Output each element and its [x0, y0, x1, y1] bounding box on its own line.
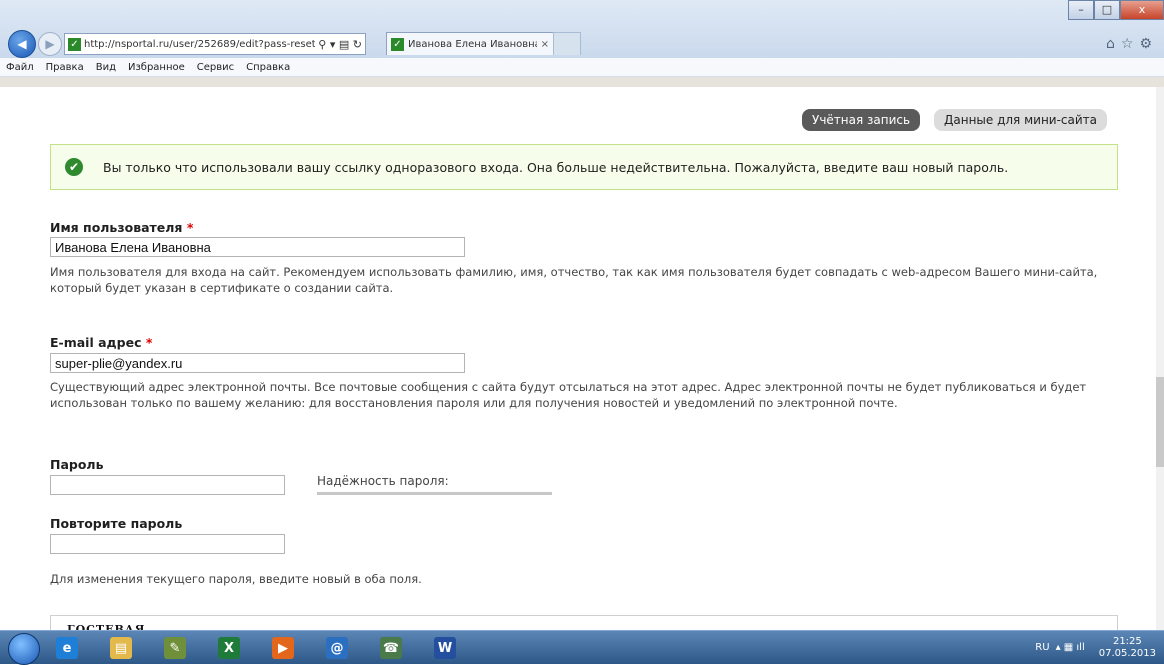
browser-tab[interactable]: ✓ Иванова Елена Ивановна |... ×: [386, 32, 554, 55]
excel-icon: X: [218, 637, 240, 659]
taskbar-app-phone[interactable]: ☎: [374, 634, 408, 662]
clock-date: 07.05.2013: [1098, 647, 1156, 659]
explorer-icon: ▤: [110, 637, 132, 659]
username-description: Имя пользователя для входа на сайт. Реко…: [50, 265, 1098, 295]
confirm-password-field[interactable]: [50, 534, 285, 554]
forward-button[interactable]: ▶: [38, 32, 62, 56]
tab-favicon-icon: ✓: [391, 37, 404, 51]
start-button[interactable]: [8, 633, 40, 665]
language-indicator[interactable]: RU: [1035, 642, 1049, 653]
vertical-scrollbar[interactable]: [1156, 87, 1164, 630]
menu-item[interactable]: Справка: [240, 62, 296, 73]
menu-item[interactable]: Избранное: [122, 62, 191, 73]
system-tray: RU ▴ ▦ ıll 21:25 07.05.2013: [1035, 631, 1164, 664]
clock[interactable]: 21:25 07.05.2013: [1091, 636, 1164, 660]
tab-account[interactable]: Учётная запись: [802, 109, 921, 131]
back-arrow-icon: ◀: [17, 37, 27, 51]
clock-time: 21:25: [1112, 635, 1142, 647]
menu-item[interactable]: Файл: [0, 62, 40, 73]
username-label-text: Имя пользователя: [50, 220, 183, 235]
orange-icon: ▶: [272, 637, 294, 659]
dropdown-icon[interactable]: ▾: [330, 38, 336, 51]
taskbar: e ▤ ✎ X ▶ @ ☎ W RU ▴ ▦ ıll 21:25 07.05.2013: [0, 630, 1164, 665]
taskbar-app-mail-agent[interactable]: @: [320, 634, 354, 662]
address-url[interactable]: http://nsportal.ru/user/252689/edit?pass…: [84, 39, 315, 50]
page-content: Учётная запись Данные для мини-сайта ✔ В…: [0, 87, 1154, 657]
required-marker: *: [145, 335, 153, 350]
email-field[interactable]: super-plie@yandex.ru: [50, 353, 465, 373]
tab-title: Иванова Елена Ивановна |...: [408, 38, 537, 50]
site-favicon-icon: ✓: [68, 37, 81, 51]
taskbar-app-excel[interactable]: X: [212, 634, 246, 662]
page-top-strip: [0, 77, 1164, 87]
window-buttons: – □ x: [1068, 0, 1164, 20]
taskbar-app-tool[interactable]: ✎: [158, 634, 192, 662]
mail-agent-icon: @: [326, 637, 348, 659]
forward-arrow-icon: ▶: [45, 37, 55, 51]
confirm-password-label: Повторите пароль: [50, 516, 183, 531]
checkmark-icon: ✔: [65, 158, 83, 176]
minimize-button[interactable]: –: [1068, 0, 1094, 20]
status-message: ✔ Вы только что использовали вашу ссылку…: [50, 144, 1118, 190]
password-strength-label: Надёжность пароля:: [317, 474, 449, 488]
back-button[interactable]: ◀: [8, 30, 36, 58]
menu-bar: Файл Правка Вид Избранное Сервис Справка: [0, 58, 1164, 77]
email-label-text: E-mail адрес: [50, 335, 142, 350]
compat-view-icon[interactable]: ▤: [339, 38, 349, 51]
tray-icons[interactable]: ▴ ▦ ıll: [1056, 642, 1085, 653]
refresh-icon[interactable]: ↻: [353, 38, 362, 51]
ie-icon: e: [56, 637, 78, 659]
password-field[interactable]: [50, 475, 285, 495]
taskbar-app-explorer[interactable]: ▤: [104, 634, 138, 662]
scrollbar-thumb[interactable]: [1156, 377, 1164, 467]
new-tab-button[interactable]: [553, 32, 581, 55]
username-label: Имя пользователя *: [50, 220, 193, 235]
tab-close-icon[interactable]: ×: [537, 39, 553, 50]
menu-item[interactable]: Вид: [90, 62, 122, 73]
password-hint: Для изменения текущего пароля, введите н…: [50, 572, 422, 586]
status-message-text: Вы только что использовали вашу ссылку о…: [103, 159, 1009, 175]
tool-icon: ✎: [164, 637, 186, 659]
email-description: Существующий адрес электронной почты. Вс…: [50, 380, 1087, 410]
close-button[interactable]: x: [1120, 0, 1164, 20]
menu-item[interactable]: Правка: [40, 62, 90, 73]
taskbar-app-ie[interactable]: e: [50, 634, 84, 662]
home-favorites-tools-icons[interactable]: ⌂☆⚙: [1106, 36, 1158, 52]
username-field[interactable]: Иванова Елена Ивановна: [50, 237, 465, 257]
taskbar-app-word[interactable]: W: [428, 634, 462, 662]
browser-chrome: ◀ ▶ ✓ http://nsportal.ru/user/252689/edi…: [0, 0, 1164, 59]
email-label: E-mail адрес *: [50, 335, 152, 350]
word-icon: W: [434, 637, 456, 659]
menu-item[interactable]: Сервис: [191, 62, 240, 73]
maximize-button[interactable]: □: [1094, 0, 1120, 20]
password-strength-bar: [317, 492, 552, 495]
address-tools[interactable]: ⚲ ▾ ▤ ↻: [315, 38, 365, 51]
tab-mini-site[interactable]: Данные для мини-сайта: [934, 109, 1108, 131]
password-label: Пароль: [50, 457, 104, 472]
required-marker: *: [186, 220, 194, 235]
phone-icon: ☎: [380, 637, 402, 659]
search-icon[interactable]: ⚲: [318, 38, 326, 51]
address-bar[interactable]: ✓ http://nsportal.ru/user/252689/edit?pa…: [64, 33, 366, 55]
taskbar-app-orange[interactable]: ▶: [266, 634, 300, 662]
